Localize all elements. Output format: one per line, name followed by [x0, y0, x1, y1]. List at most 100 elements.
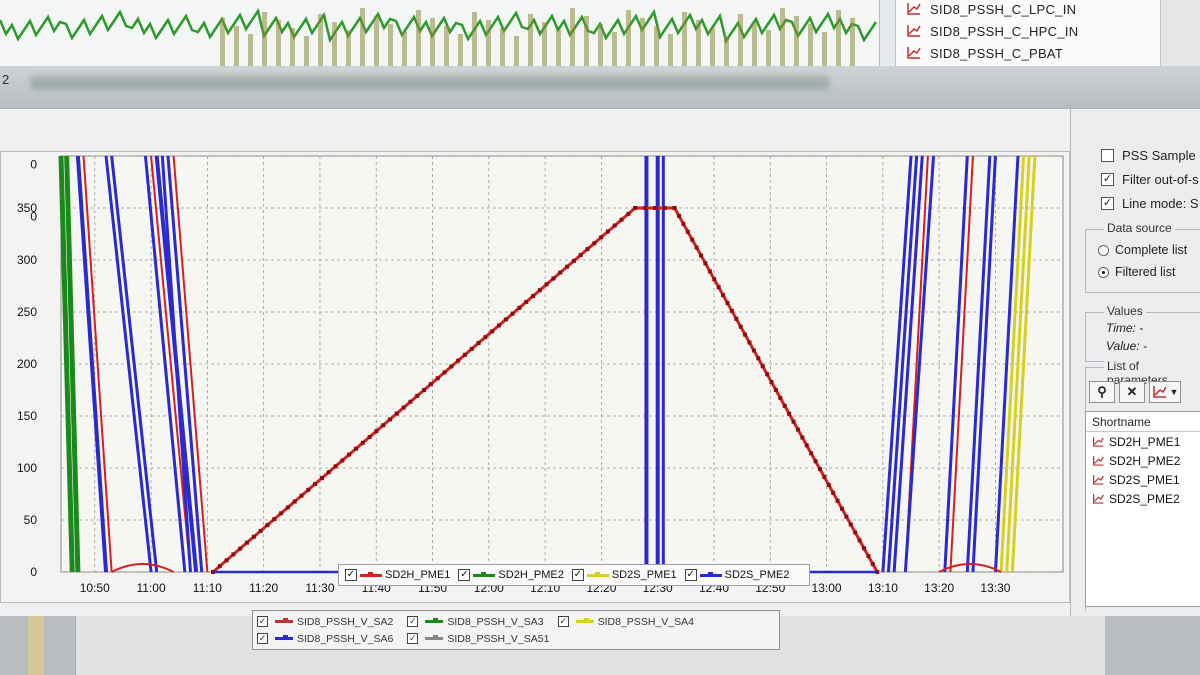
series-point-sd2h_pme1 [844, 514, 849, 519]
background-legend: SID8_PSSH_C_LPC_IN SID8_PSSH_C_HPC_IN SI… [895, 0, 1160, 68]
series-point-sd2h_pme1 [245, 540, 250, 545]
column-header-shortname[interactable]: Shortname [1086, 412, 1200, 432]
background-bar [262, 12, 267, 66]
series-point-sd2h_pme1 [778, 395, 783, 400]
background-bar [668, 34, 673, 66]
legend-entry[interactable]: ✓ SD2H_PME1 [345, 569, 450, 581]
checkbox[interactable]: ✓ [1101, 196, 1114, 210]
line-chart-icon [907, 3, 921, 15]
series-point-sd2h_pme1 [279, 511, 284, 516]
line-chart[interactable]: 05010015020025030035000 10:50 11:00 11:10 1… [1, 152, 1071, 604]
legend-checkbox[interactable]: ✓ [571, 569, 584, 581]
legend-checkbox[interactable]: ✓ [458, 569, 471, 581]
background-legend-entry[interactable]: ✓ SID8_PSSH_V_SA2 [257, 616, 393, 628]
series-point-sd2h_pme1 [800, 435, 805, 440]
legend-checkbox[interactable]: ✓ [407, 616, 419, 627]
option-line-mode[interactable]: ✓ Line mode: S [1071, 191, 1200, 215]
background-bar [584, 16, 589, 66]
parameter-item[interactable]: SD2S_PME2 [1086, 489, 1200, 508]
checkbox[interactable]: ✓ [1101, 172, 1114, 186]
legend-entry[interactable]: ✓ SD2H_PME2 [458, 569, 564, 581]
checkbox[interactable] [1101, 148, 1114, 162]
background-bar [346, 30, 351, 66]
background-legend-item[interactable]: SID8_PSSH_C_PBAT [896, 42, 1160, 64]
series-point-sd2h_pme1 [462, 352, 467, 357]
background-bar [808, 24, 813, 66]
background-bar [794, 16, 799, 66]
radio-button[interactable] [1098, 266, 1109, 278]
radio-filtered-list[interactable]: Filtered list [1086, 261, 1200, 283]
legend-checkbox[interactable]: ✓ [684, 569, 697, 581]
remove-button[interactable]: ✕ [1119, 381, 1145, 403]
series-point-sd2h_pme1 [633, 206, 638, 210]
option-filter-out[interactable]: ✓ Filter out-of-s [1071, 167, 1200, 191]
series-point-sd2h_pme1 [258, 528, 263, 533]
background-legend-item[interactable]: SID8_PSSH_C_HPC_IN [896, 20, 1160, 42]
background-trace [0, 7, 878, 45]
series-point-sd2h_pme1 [265, 523, 270, 528]
series-point-sd2h_pme1 [612, 223, 617, 228]
legend-swatch [275, 635, 293, 640]
series-point-sd2h_pme1 [428, 382, 433, 387]
radio-button[interactable] [1098, 244, 1109, 256]
series-point-sd2h_pme1 [558, 270, 563, 275]
background-scrollbar[interactable] [1160, 0, 1200, 68]
legend-checkbox[interactable]: ✓ [257, 633, 268, 644]
series-point-sd2h_pme1 [299, 493, 304, 498]
value-label: Value: [1106, 339, 1140, 353]
legend-checkbox[interactable]: ✓ [407, 633, 419, 644]
legend-label: SID8_PSSH_V_SA2 [297, 615, 394, 628]
legend-entry[interactable]: ✓ SD2S_PME2 [684, 569, 789, 581]
background-bar [738, 14, 743, 66]
background-legend-entry[interactable]: ✓ SID8_PSSH_V_SA51 [407, 633, 549, 645]
background-bar [836, 10, 841, 66]
series-point-sd2h_pme1 [676, 213, 681, 218]
background-bar [556, 30, 561, 66]
background-bar [710, 28, 715, 66]
parameter-item[interactable]: SD2H_PME2 [1086, 451, 1200, 470]
series-point-sd2h_pme1 [353, 446, 358, 451]
parameter-item[interactable]: SD2S_PME1 [1086, 470, 1200, 489]
legend-entry[interactable]: ✓ SD2S_PME1 [571, 569, 677, 581]
legend-checkbox[interactable]: ✓ [345, 569, 357, 581]
series-point-sd2h_pme1 [571, 258, 576, 263]
chart-options-button[interactable]: ▼ [1149, 381, 1181, 403]
series-point-sd2h_pme1 [626, 211, 631, 216]
radio-complete-list[interactable]: Complete list [1086, 239, 1200, 261]
series-point-sd2h_pme1 [848, 522, 853, 527]
series-point-sd2h_pme1 [826, 482, 831, 487]
radio-label: Filtered list [1115, 265, 1176, 279]
background-plot-trace [0, 7, 878, 66]
legend-label: SD2H_PME1 [385, 569, 451, 581]
line-chart-icon [1093, 474, 1104, 485]
series-point-sd2h_pme1 [272, 517, 277, 522]
y-tick-label: 100 [17, 461, 37, 475]
background-legend-entry[interactable]: ✓ SID8_PSSH_V_SA3 [407, 616, 544, 628]
background-bar [500, 28, 505, 66]
background-bar [850, 18, 855, 66]
background-legend-entry[interactable]: ✓ SID8_PSSH_V_SA4 [557, 616, 694, 628]
parameter-item[interactable]: SD2H_PME1 [1086, 432, 1200, 451]
background-legend-item[interactable]: SID8_PSSH_C_LPC_IN [896, 0, 1160, 20]
parameter-list[interactable]: Shortname SD2H_PME1 SD2H_PME2 SD2S_PME1 SD2… [1085, 411, 1200, 607]
background-legend-entry[interactable]: ✓ SID8_PSSH_V_SA6 [257, 633, 393, 645]
series-point-sd2h_pme1 [804, 443, 809, 448]
legend-checkbox[interactable]: ✓ [557, 616, 569, 627]
background-bar [822, 32, 827, 66]
option-pss-sample[interactable]: PSS Sample [1071, 143, 1200, 167]
background-legend-label: SID8_PSSH_C_LPC_IN [930, 1, 1077, 17]
series-point-sd2h_pme1 [809, 451, 814, 456]
series-point-sd2h_pme1 [685, 229, 690, 234]
chart-icon [1152, 386, 1167, 398]
plot-area[interactable]: 0 50 100 150 200 250 300 350 0 0 10:50 11:00 11:10 1… [0, 151, 1070, 603]
series-point-sd2h_pme1 [703, 261, 708, 266]
series-point-sd2h_pme1 [782, 403, 787, 408]
series-point-sd2h_pme1 [422, 388, 427, 392]
option-label: Filter out-of-s [1122, 171, 1199, 187]
y-tick-label: 0 [30, 565, 37, 579]
series-point-sd2h_pme1 [795, 427, 800, 432]
series-point-sd2h_pme1 [743, 332, 748, 337]
pin-button[interactable]: ⚲ [1089, 381, 1115, 403]
legend-checkbox[interactable]: ✓ [257, 616, 268, 627]
series-point-sd2h_pme1 [822, 475, 827, 480]
